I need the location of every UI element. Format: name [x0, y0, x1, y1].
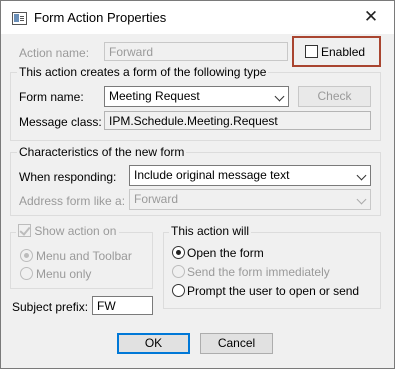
message-class-field[interactable]: IPM.Schedule.Meeting.Request — [104, 111, 371, 130]
message-class-label: Message class: — [19, 115, 102, 129]
show-action-header: Show action on — [16, 224, 120, 238]
form-type-group-title: This action creates a form of the follow… — [17, 65, 269, 79]
radio-open-the-form[interactable] — [172, 246, 185, 259]
send-immediately-label: Send the form immediately — [187, 265, 330, 279]
chevron-down-icon — [274, 91, 285, 102]
radio-menu-only[interactable] — [20, 267, 33, 280]
form-action-properties-dialog: Form Action Properties ✕ Action name: Fo… — [0, 0, 395, 369]
form-name-value: Meeting Request — [109, 89, 200, 103]
when-responding-dropdown[interactable]: Include original message text — [129, 165, 371, 186]
show-action-label: Show action on — [34, 224, 117, 238]
when-responding-label: When responding: — [19, 170, 117, 184]
cancel-button[interactable]: Cancel — [200, 333, 273, 354]
this-action-will-title: This action will — [169, 224, 252, 238]
when-responding-value: Include original message text — [134, 168, 290, 182]
characteristics-group-title: Characteristics of the new form — [17, 145, 187, 159]
action-name-field[interactable]: Forward — [104, 42, 288, 61]
radio-prompt-user[interactable] — [172, 284, 185, 297]
form-name-label: Form name: — [19, 90, 84, 104]
check-button[interactable]: Check — [298, 86, 371, 107]
enabled-label: Enabled — [321, 45, 366, 59]
action-name-label: Action name: — [19, 46, 90, 60]
radio-send-immediately[interactable] — [172, 265, 185, 278]
chevron-down-icon — [356, 194, 367, 205]
enabled-checkbox[interactable] — [305, 45, 318, 58]
open-the-form-label: Open the form — [187, 246, 264, 260]
address-form-value: Forward — [134, 192, 179, 206]
window-title: Form Action Properties — [34, 10, 167, 25]
chevron-down-icon — [356, 170, 367, 181]
address-form-dropdown[interactable]: Forward — [129, 189, 371, 210]
form-name-dropdown[interactable]: Meeting Request — [104, 86, 289, 107]
close-icon[interactable]: ✕ — [357, 5, 385, 29]
subject-prefix-field[interactable]: FW — [92, 296, 153, 315]
title-bar: Form Action Properties ✕ — [1, 1, 394, 34]
radio-menu-and-toolbar[interactable] — [20, 249, 33, 262]
show-action-checkbox[interactable] — [18, 224, 31, 237]
ok-button[interactable]: OK — [117, 333, 190, 354]
subject-prefix-label: Subject prefix: — [12, 300, 89, 314]
address-form-label: Address form like a: — [19, 194, 126, 208]
menu-and-toolbar-label: Menu and Toolbar — [36, 249, 132, 263]
menu-only-label: Menu only — [36, 267, 92, 281]
form-icon — [12, 12, 27, 25]
prompt-user-label: Prompt the user to open or send — [187, 284, 360, 298]
